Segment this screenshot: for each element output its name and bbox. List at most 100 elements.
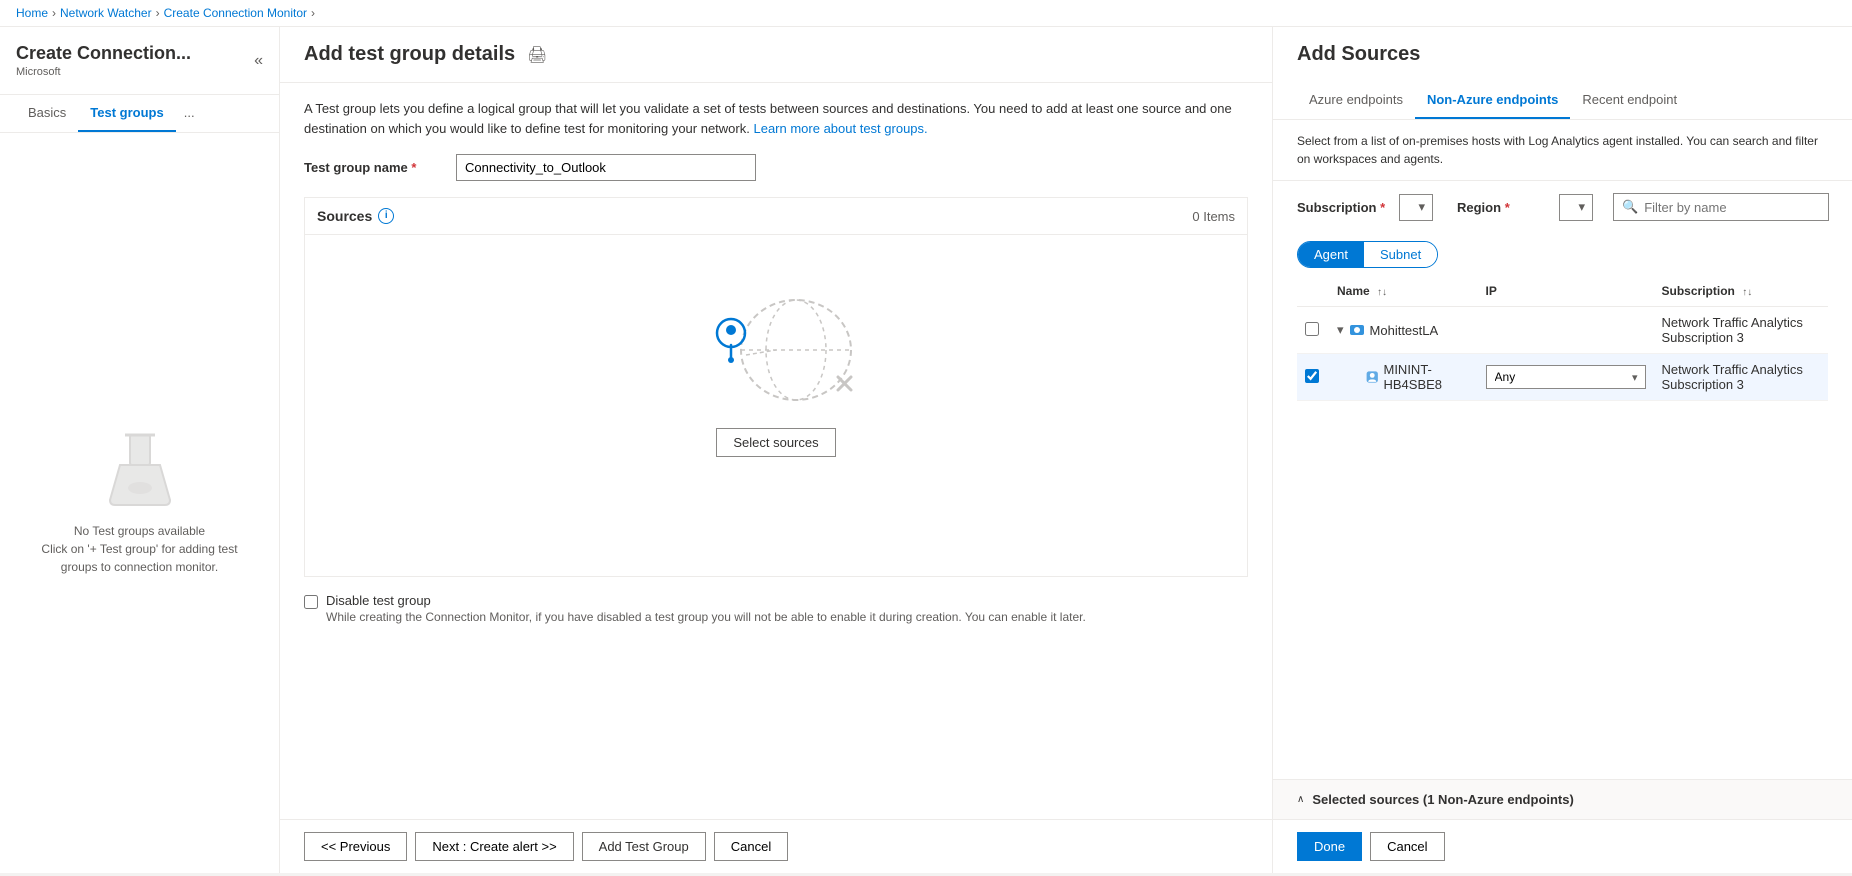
sidebar-collapse-button[interactable]: « bbox=[254, 52, 263, 70]
th-checkbox bbox=[1297, 276, 1329, 307]
region-dropdown[interactable]: 22 selected bbox=[1559, 194, 1593, 221]
main-content: Add test group details 🖨 A Test group le… bbox=[280, 27, 1272, 873]
sidebar-title: Create Connection... bbox=[16, 43, 191, 64]
search-input[interactable] bbox=[1644, 200, 1820, 215]
sources-header: Sources i 0 Items bbox=[305, 198, 1247, 235]
row2-ip-cell: Any ▾ bbox=[1478, 354, 1654, 401]
row1-checkbox-cell bbox=[1297, 307, 1329, 354]
agent-toggle-button[interactable]: Agent bbox=[1298, 242, 1364, 267]
table-header: Name ↑↓ IP Subscription ↑↓ bbox=[1297, 276, 1828, 307]
subscription-dropdown[interactable]: Network Traffic Analytics Subscriptio... bbox=[1399, 194, 1433, 221]
footer-bar: << Previous Next : Create alert >> Add T… bbox=[280, 819, 1272, 873]
sidebar-empty-state: No Test groups available Click on '+ Tes… bbox=[0, 133, 279, 873]
learn-more-link[interactable]: Learn more about test groups. bbox=[753, 121, 927, 136]
agent-subnet-toggle: Agent Subnet bbox=[1297, 241, 1438, 268]
disable-test-group-label: Disable test group bbox=[326, 593, 1086, 608]
sources-info-icon[interactable]: i bbox=[378, 208, 394, 224]
sidebar-header: Create Connection... Microsoft « bbox=[0, 27, 279, 95]
tab-basics[interactable]: Basics bbox=[16, 95, 78, 132]
breadcrumb-home[interactable]: Home bbox=[16, 6, 48, 20]
test-group-name-row: Test group name * bbox=[304, 154, 1248, 181]
sources-title: Sources i bbox=[317, 208, 394, 224]
print-icon[interactable]: 🖨 bbox=[527, 45, 547, 65]
row1-subscription-cell: Network Traffic Analytics Subscription 3 bbox=[1654, 307, 1828, 354]
subnet-toggle-button[interactable]: Subnet bbox=[1364, 242, 1437, 267]
sidebar-subtitle: Microsoft bbox=[16, 66, 191, 78]
subscription-sort-icon: ↑↓ bbox=[1742, 287, 1752, 298]
search-box: 🔍 bbox=[1613, 193, 1829, 221]
breadcrumb: Home › Network Watcher › Create Connecti… bbox=[0, 0, 1852, 27]
agent-icon bbox=[1365, 368, 1379, 386]
add-sources-description: Select from a list of on-premises hosts … bbox=[1273, 120, 1852, 181]
selected-sources-bar[interactable]: ∧ Selected sources (1 Non-Azure endpoint… bbox=[1273, 779, 1852, 819]
table-row: ▾ MohittestLA Network Traffic Analytics … bbox=[1297, 307, 1828, 354]
main-body: A Test group lets you define a logical g… bbox=[280, 83, 1272, 819]
breadcrumb-create-connection-monitor[interactable]: Create Connection Monitor bbox=[164, 6, 307, 20]
add-sources-title: Add Sources bbox=[1297, 43, 1828, 66]
breadcrumb-network-watcher[interactable]: Network Watcher bbox=[60, 6, 152, 20]
region-label: Region * bbox=[1457, 200, 1547, 215]
sources-panel: Sources i 0 Items bbox=[304, 197, 1248, 577]
previous-button[interactable]: << Previous bbox=[304, 832, 407, 861]
done-button[interactable]: Done bbox=[1297, 832, 1362, 861]
sources-empty-state: Select sources bbox=[305, 235, 1247, 517]
add-sources-header: Add Sources bbox=[1273, 27, 1852, 82]
globe-illustration bbox=[686, 295, 866, 405]
selected-sources-chevron: ∧ bbox=[1297, 794, 1304, 805]
row2-name: MININT-HB4SBE8 bbox=[1383, 362, 1469, 392]
row1-checkbox[interactable] bbox=[1305, 322, 1319, 336]
add-sources-cancel-button[interactable]: Cancel bbox=[1370, 832, 1444, 861]
region-dropdown-wrapper: 22 selected ▾ bbox=[1559, 194, 1593, 221]
next-button[interactable]: Next : Create alert >> bbox=[415, 832, 573, 861]
tab-test-groups[interactable]: Test groups bbox=[78, 95, 175, 132]
select-sources-button[interactable]: Select sources bbox=[716, 428, 835, 457]
description-text: A Test group lets you define a logical g… bbox=[304, 99, 1248, 138]
add-test-group-button[interactable]: Add Test Group bbox=[582, 832, 706, 861]
row1-ip-cell bbox=[1478, 307, 1654, 354]
beaker-icon bbox=[100, 430, 180, 510]
row1-expand-icon[interactable]: ▾ bbox=[1337, 322, 1344, 338]
disable-test-group-row: Disable test group While creating the Co… bbox=[304, 593, 1248, 624]
row1-name-cell: ▾ MohittestLA bbox=[1329, 307, 1478, 354]
nav-more-button[interactable]: ... bbox=[176, 95, 203, 132]
page-title: Add test group details bbox=[304, 43, 515, 66]
selected-sources-label: Selected sources (1 Non-Azure endpoints) bbox=[1312, 792, 1574, 807]
row2-subscription-cell: Network Traffic Analytics Subscription 3 bbox=[1654, 354, 1828, 401]
sidebar-empty-text: No Test groups available Click on '+ Tes… bbox=[41, 522, 237, 576]
disable-test-group-checkbox[interactable] bbox=[304, 595, 318, 609]
row2-checkbox[interactable] bbox=[1305, 369, 1319, 383]
th-ip: IP bbox=[1478, 276, 1654, 307]
network-illustration bbox=[686, 295, 866, 408]
subscription-filter-row: Subscription * Network Traffic Analytics… bbox=[1273, 181, 1852, 233]
sources-count: 0 Items bbox=[1192, 209, 1235, 224]
tab-azure-endpoints[interactable]: Azure endpoints bbox=[1297, 82, 1415, 119]
table-row: MININT-HB4SBE8 Any ▾ Network Traffic bbox=[1297, 354, 1828, 401]
endpoints-table-container: Name ↑↓ IP Subscription ↑↓ bbox=[1273, 276, 1852, 779]
row2-name-cell: MININT-HB4SBE8 bbox=[1329, 354, 1478, 401]
subscription-label: Subscription * bbox=[1297, 200, 1387, 215]
test-group-name-input[interactable] bbox=[456, 154, 756, 181]
endpoints-table: Name ↑↓ IP Subscription ↑↓ bbox=[1297, 276, 1828, 401]
add-sources-panel: Add Sources Azure endpoints Non-Azure en… bbox=[1272, 27, 1852, 873]
test-group-name-label: Test group name * bbox=[304, 160, 444, 175]
th-name[interactable]: Name ↑↓ bbox=[1329, 276, 1478, 307]
tab-recent-endpoint[interactable]: Recent endpoint bbox=[1570, 82, 1689, 119]
main-header: Add test group details 🖨 bbox=[280, 27, 1272, 83]
subscription-dropdown-wrapper: Network Traffic Analytics Subscriptio...… bbox=[1399, 194, 1433, 221]
th-subscription[interactable]: Subscription ↑↓ bbox=[1654, 276, 1828, 307]
agent-subnet-toggle-row: Agent Subnet bbox=[1273, 233, 1852, 276]
name-sort-icon: ↑↓ bbox=[1377, 287, 1387, 298]
row2-ip-dropdown[interactable]: Any bbox=[1486, 365, 1646, 389]
tab-non-azure-endpoints[interactable]: Non-Azure endpoints bbox=[1415, 82, 1570, 119]
sidebar-nav-tabs: Basics Test groups ... bbox=[0, 95, 279, 133]
disable-test-group-description: While creating the Connection Monitor, i… bbox=[326, 610, 1086, 624]
row1-name: MohittestLA bbox=[1370, 323, 1439, 338]
row2-checkbox-cell bbox=[1297, 354, 1329, 401]
add-sources-footer: Done Cancel bbox=[1273, 819, 1852, 873]
cancel-button[interactable]: Cancel bbox=[714, 832, 788, 861]
sidebar: Create Connection... Microsoft « Basics … bbox=[0, 27, 280, 873]
table-body: ▾ MohittestLA Network Traffic Analytics … bbox=[1297, 307, 1828, 401]
endpoint-tabs: Azure endpoints Non-Azure endpoints Rece… bbox=[1273, 82, 1852, 120]
search-icon: 🔍 bbox=[1622, 199, 1638, 215]
workspace-icon bbox=[1348, 321, 1366, 339]
